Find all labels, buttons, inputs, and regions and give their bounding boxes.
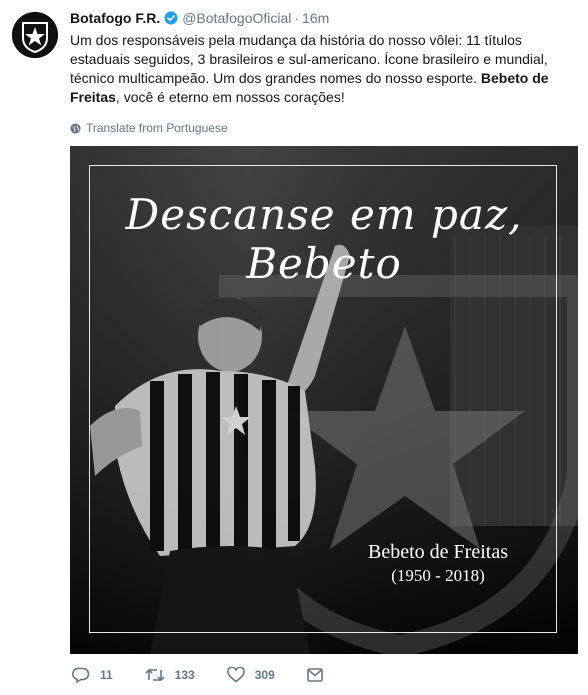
heart-icon: [226, 667, 245, 683]
tweet-actions: 11 133 309: [72, 667, 365, 683]
tweet-text: Um dos responsáveis pela mudança da hist…: [70, 31, 570, 107]
tweet-text-main: Um dos responsáveis pela mudança da hist…: [70, 32, 548, 86]
reply-count: 11: [100, 668, 113, 682]
tweet-text-end: , você é eterno em nossos corações!: [115, 89, 345, 105]
separator: ·: [294, 10, 300, 26]
retweet-button[interactable]: 133: [145, 667, 195, 683]
translate-label: Translate from Portuguese: [86, 121, 228, 135]
like-button[interactable]: 309: [226, 667, 275, 683]
tweet-header: Botafogo F.R. @BotafogoOficial · 16m: [70, 10, 329, 26]
retweet-count: 133: [174, 668, 195, 682]
tweet: Botafogo F.R. @BotafogoOficial · 16m Um …: [0, 0, 588, 695]
image-name: Bebeto de Freitas: [368, 541, 508, 563]
dm-button[interactable]: [306, 668, 333, 682]
user-handle[interactable]: @BotafogoOficial: [182, 10, 291, 26]
display-name[interactable]: Botafogo F.R.: [70, 10, 160, 26]
avatar[interactable]: [12, 12, 58, 58]
translate-link[interactable]: Translate from Portuguese: [70, 121, 228, 135]
globe-icon: [70, 122, 81, 134]
reply-icon: [72, 667, 90, 683]
botafogo-star-crest-icon: [12, 12, 58, 58]
reply-button[interactable]: 11: [72, 667, 113, 683]
image-years: (1950 - 2018): [391, 566, 485, 585]
like-count: 309: [254, 668, 275, 682]
timestamp[interactable]: 16m: [302, 10, 329, 26]
tweet-image[interactable]: Descanse em paz, Bebeto Bebeto de Freita…: [70, 146, 578, 654]
retweet-icon: [145, 668, 165, 682]
image-title: Descanse em paz, Bebeto: [125, 190, 523, 288]
verified-badge-icon: [164, 11, 178, 25]
envelope-icon: [306, 668, 323, 682]
